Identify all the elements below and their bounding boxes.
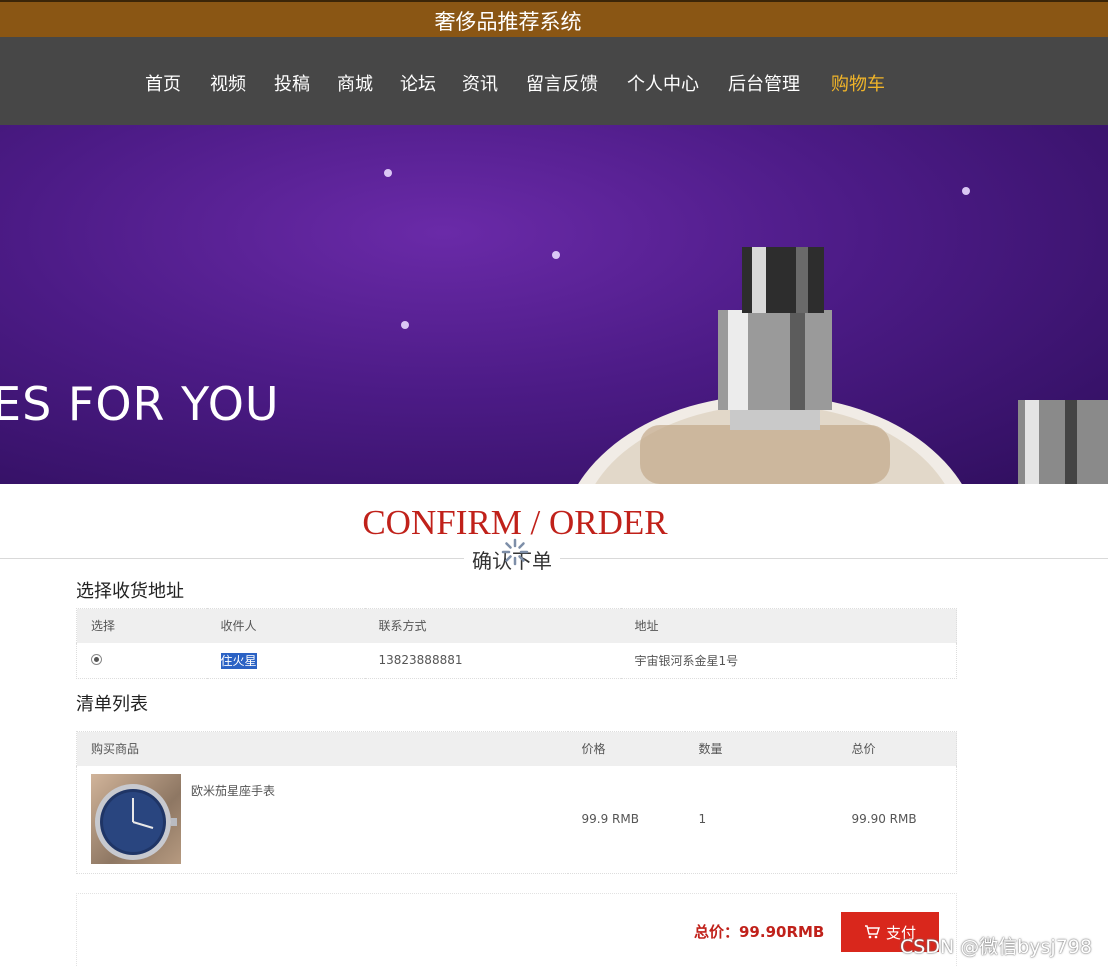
column-header: 数量	[698, 742, 723, 757]
column-header: 地址	[634, 619, 659, 634]
nav-item-submit[interactable]: 投稿	[274, 70, 310, 96]
address-radio[interactable]	[91, 654, 102, 666]
product-image[interactable]	[91, 774, 181, 865]
section-heading: CONFIRM / ORDER 确认下单	[0, 503, 1108, 574]
product-name[interactable]: 欧米茄星座手表	[191, 782, 275, 799]
item-total: 99.90 RMB	[851, 812, 917, 827]
order-total: 总价：99.90RMB	[694, 923, 825, 941]
column-header: 价格	[581, 742, 606, 757]
hero-banner: ES FOR YOU	[0, 125, 1108, 484]
column-header: 收件人	[220, 619, 257, 634]
table-row: 欧米茄星座手表 99.9 RMB 1 99.90 RMB	[77, 766, 957, 874]
nav-item-profile[interactable]: 个人中心	[627, 70, 699, 96]
nav-item-video[interactable]: 视频	[210, 70, 246, 96]
item-quantity: 1	[698, 812, 707, 827]
site-title: 奢侈品推荐系统	[434, 10, 582, 34]
banner-tagline: ES FOR YOU	[0, 377, 280, 431]
column-header: 联系方式	[378, 619, 427, 634]
title-bar: 奢侈品推荐系统	[0, 0, 1108, 37]
nav-item-news[interactable]: 资讯	[462, 70, 498, 96]
order-items-table: 购买商品 价格 数量 总价 欧米茄星座手表 99.9 RMB 1 99.90 R…	[76, 731, 957, 874]
column-header: 选择	[91, 619, 116, 634]
column-header: 总价	[851, 742, 876, 757]
column-header: 购买商品	[91, 742, 140, 757]
nav-item-admin[interactable]: 后台管理	[728, 70, 800, 96]
recipient-name: 住火星	[220, 652, 257, 669]
nav-item-cart[interactable]: 购物车	[831, 70, 885, 96]
nav-item-feedback[interactable]: 留言反馈	[526, 70, 598, 96]
watch-icon	[95, 784, 177, 861]
address-heading: 选择收货地址	[76, 581, 184, 602]
recipient-address: 宇宙银河系金星1号	[634, 653, 739, 668]
table-row[interactable]: 住火星 13823888881 宇宙银河系金星1号	[77, 643, 957, 679]
cart-icon	[864, 925, 880, 939]
order-summary: 总价：99.90RMB 支付	[76, 893, 957, 966]
loading-spinner-icon	[501, 538, 529, 566]
main-nav: 首页 视频 投稿 商城 论坛 资讯 留言反馈 个人中心 后台管理 购物车	[0, 37, 1108, 125]
watermark: CSDN @微信bysj798	[900, 936, 1092, 958]
nav-item-mall[interactable]: 商城	[337, 70, 373, 96]
order-list-heading: 清单列表	[76, 694, 148, 715]
table-header-row: 选择 收件人 联系方式 地址	[76, 608, 957, 643]
recipient-phone: 13823888881	[378, 653, 463, 668]
table-header-row: 购买商品 价格 数量 总价	[76, 731, 957, 766]
nav-item-home[interactable]: 首页	[145, 70, 181, 96]
nav-item-forum[interactable]: 论坛	[400, 70, 436, 96]
address-table: 选择 收件人 联系方式 地址 住火星 13823888881 宇宙银河系金星1号	[76, 608, 957, 679]
product-cell: 欧米茄星座手表	[91, 774, 568, 865]
item-price: 99.9 RMB	[581, 812, 639, 827]
